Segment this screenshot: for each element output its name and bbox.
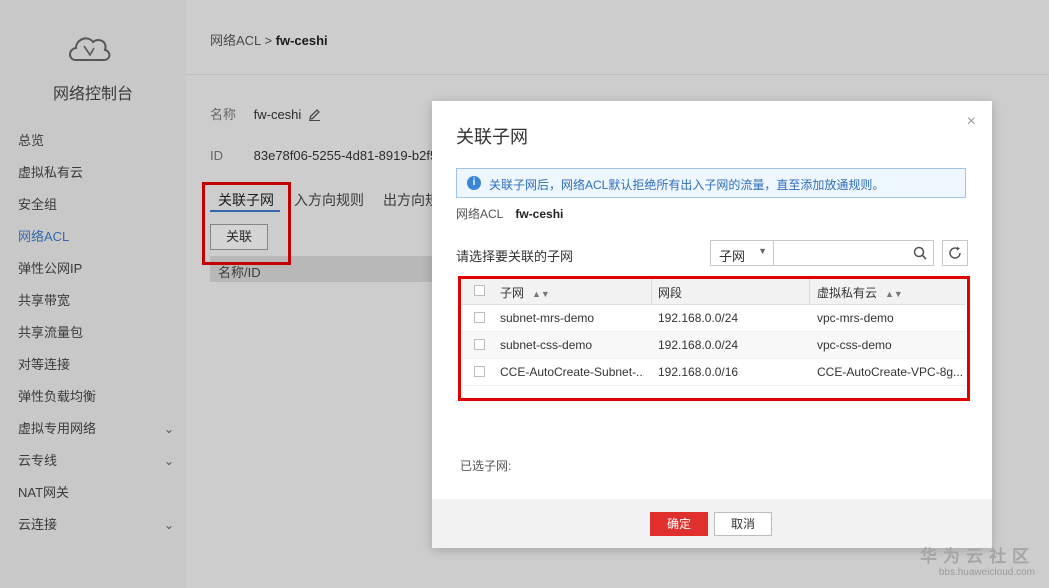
table-row[interactable]: subnet-css-demo 192.168.0.0/24 vpc-css-dem… [462,332,966,359]
select-subnet-label: 请选择要关联的子网 [456,249,574,264]
info-icon: i [467,176,481,190]
caret-down-icon: ▼ [758,246,767,256]
info-banner: i 关联子网后，网络ACL默认拒绝所有出入子网的流量，直至添加放通规则。 [456,168,966,198]
row-checkbox[interactable] [474,366,485,377]
cidr-cell: 192.168.0.0/16 [658,365,739,379]
row-checkbox[interactable] [474,339,485,350]
acl-info: 网络ACL fw-ceshi [456,205,563,222]
subnet-cell: CCE-AutoCreate-Subnet-... [500,365,644,379]
confirm-button[interactable]: 确定 [650,512,708,536]
subnet-cell: subnet-mrs-demo [500,311,595,325]
dialog-footer: 确定 取消 [432,499,992,548]
cidr-cell: 192.168.0.0/24 [658,311,739,325]
column-subnet[interactable]: 子网 ▲▼ [500,284,550,301]
close-icon[interactable]: × [967,113,976,131]
cancel-button[interactable]: 取消 [714,512,772,536]
sort-icon[interactable]: ▲▼ [532,289,550,299]
column-cidr: 网段 [658,286,683,300]
subnet-cell: subnet-css-demo [500,338,593,352]
filter-dropdown[interactable]: 子网 ▼ [711,241,774,265]
column-vpc[interactable]: 虚拟私有云 ▲▼ [817,284,903,301]
table-row[interactable]: subnet-mrs-demo 192.168.0.0/24 vpc-mrs-dem… [462,305,966,332]
vpc-cell: CCE-AutoCreate-VPC-8g... [817,365,962,379]
watermark-url: bbs.huaweicloud.com [938,567,1035,578]
watermark: 华为云社区 bbs.huaweicloud.com [920,542,1035,578]
column-divider [809,278,810,304]
search-input[interactable] [775,243,909,265]
vpc-cell: vpc-css-demo [817,338,892,352]
dialog-title: 关联子网 [456,127,528,147]
filter-selected: 子网 [719,249,746,264]
associate-subnet-dialog: 关联子网 × i 关联子网后，网络ACL默认拒绝所有出入子网的流量，直至添加放通… [432,101,992,548]
sort-icon[interactable]: ▲▼ [885,289,903,299]
select-all-checkbox[interactable] [474,285,485,296]
column-divider [651,278,652,304]
watermark-title: 华为云社区 [920,547,1035,566]
info-message: 关联子网后，网络ACL默认拒绝所有出入子网的流量，直至添加放通规则。 [489,178,885,192]
subnet-grid: 子网 ▲▼ 网段 虚拟私有云 ▲▼ subnet-mrs-demo 192.168.0… [462,278,966,386]
search-icon[interactable] [913,246,927,260]
acl-value: fw-ceshi [515,207,564,221]
vpc-cell: vpc-mrs-demo [817,311,894,325]
row-checkbox[interactable] [474,312,485,323]
subnet-search: 子网 ▼ [710,240,934,266]
selected-subnets-label: 已选子网: [460,459,512,473]
table-row[interactable]: CCE-AutoCreate-Subnet-... 192.168.0.0/16 C… [462,359,966,386]
grid-header: 子网 ▲▼ 网段 虚拟私有云 ▲▼ [462,278,966,305]
acl-label: 网络ACL [456,207,504,221]
refresh-button[interactable] [942,240,968,266]
cidr-cell: 192.168.0.0/24 [658,338,739,352]
refresh-icon [949,246,961,259]
grid-body: subnet-mrs-demo 192.168.0.0/24 vpc-mrs-dem… [462,305,966,386]
